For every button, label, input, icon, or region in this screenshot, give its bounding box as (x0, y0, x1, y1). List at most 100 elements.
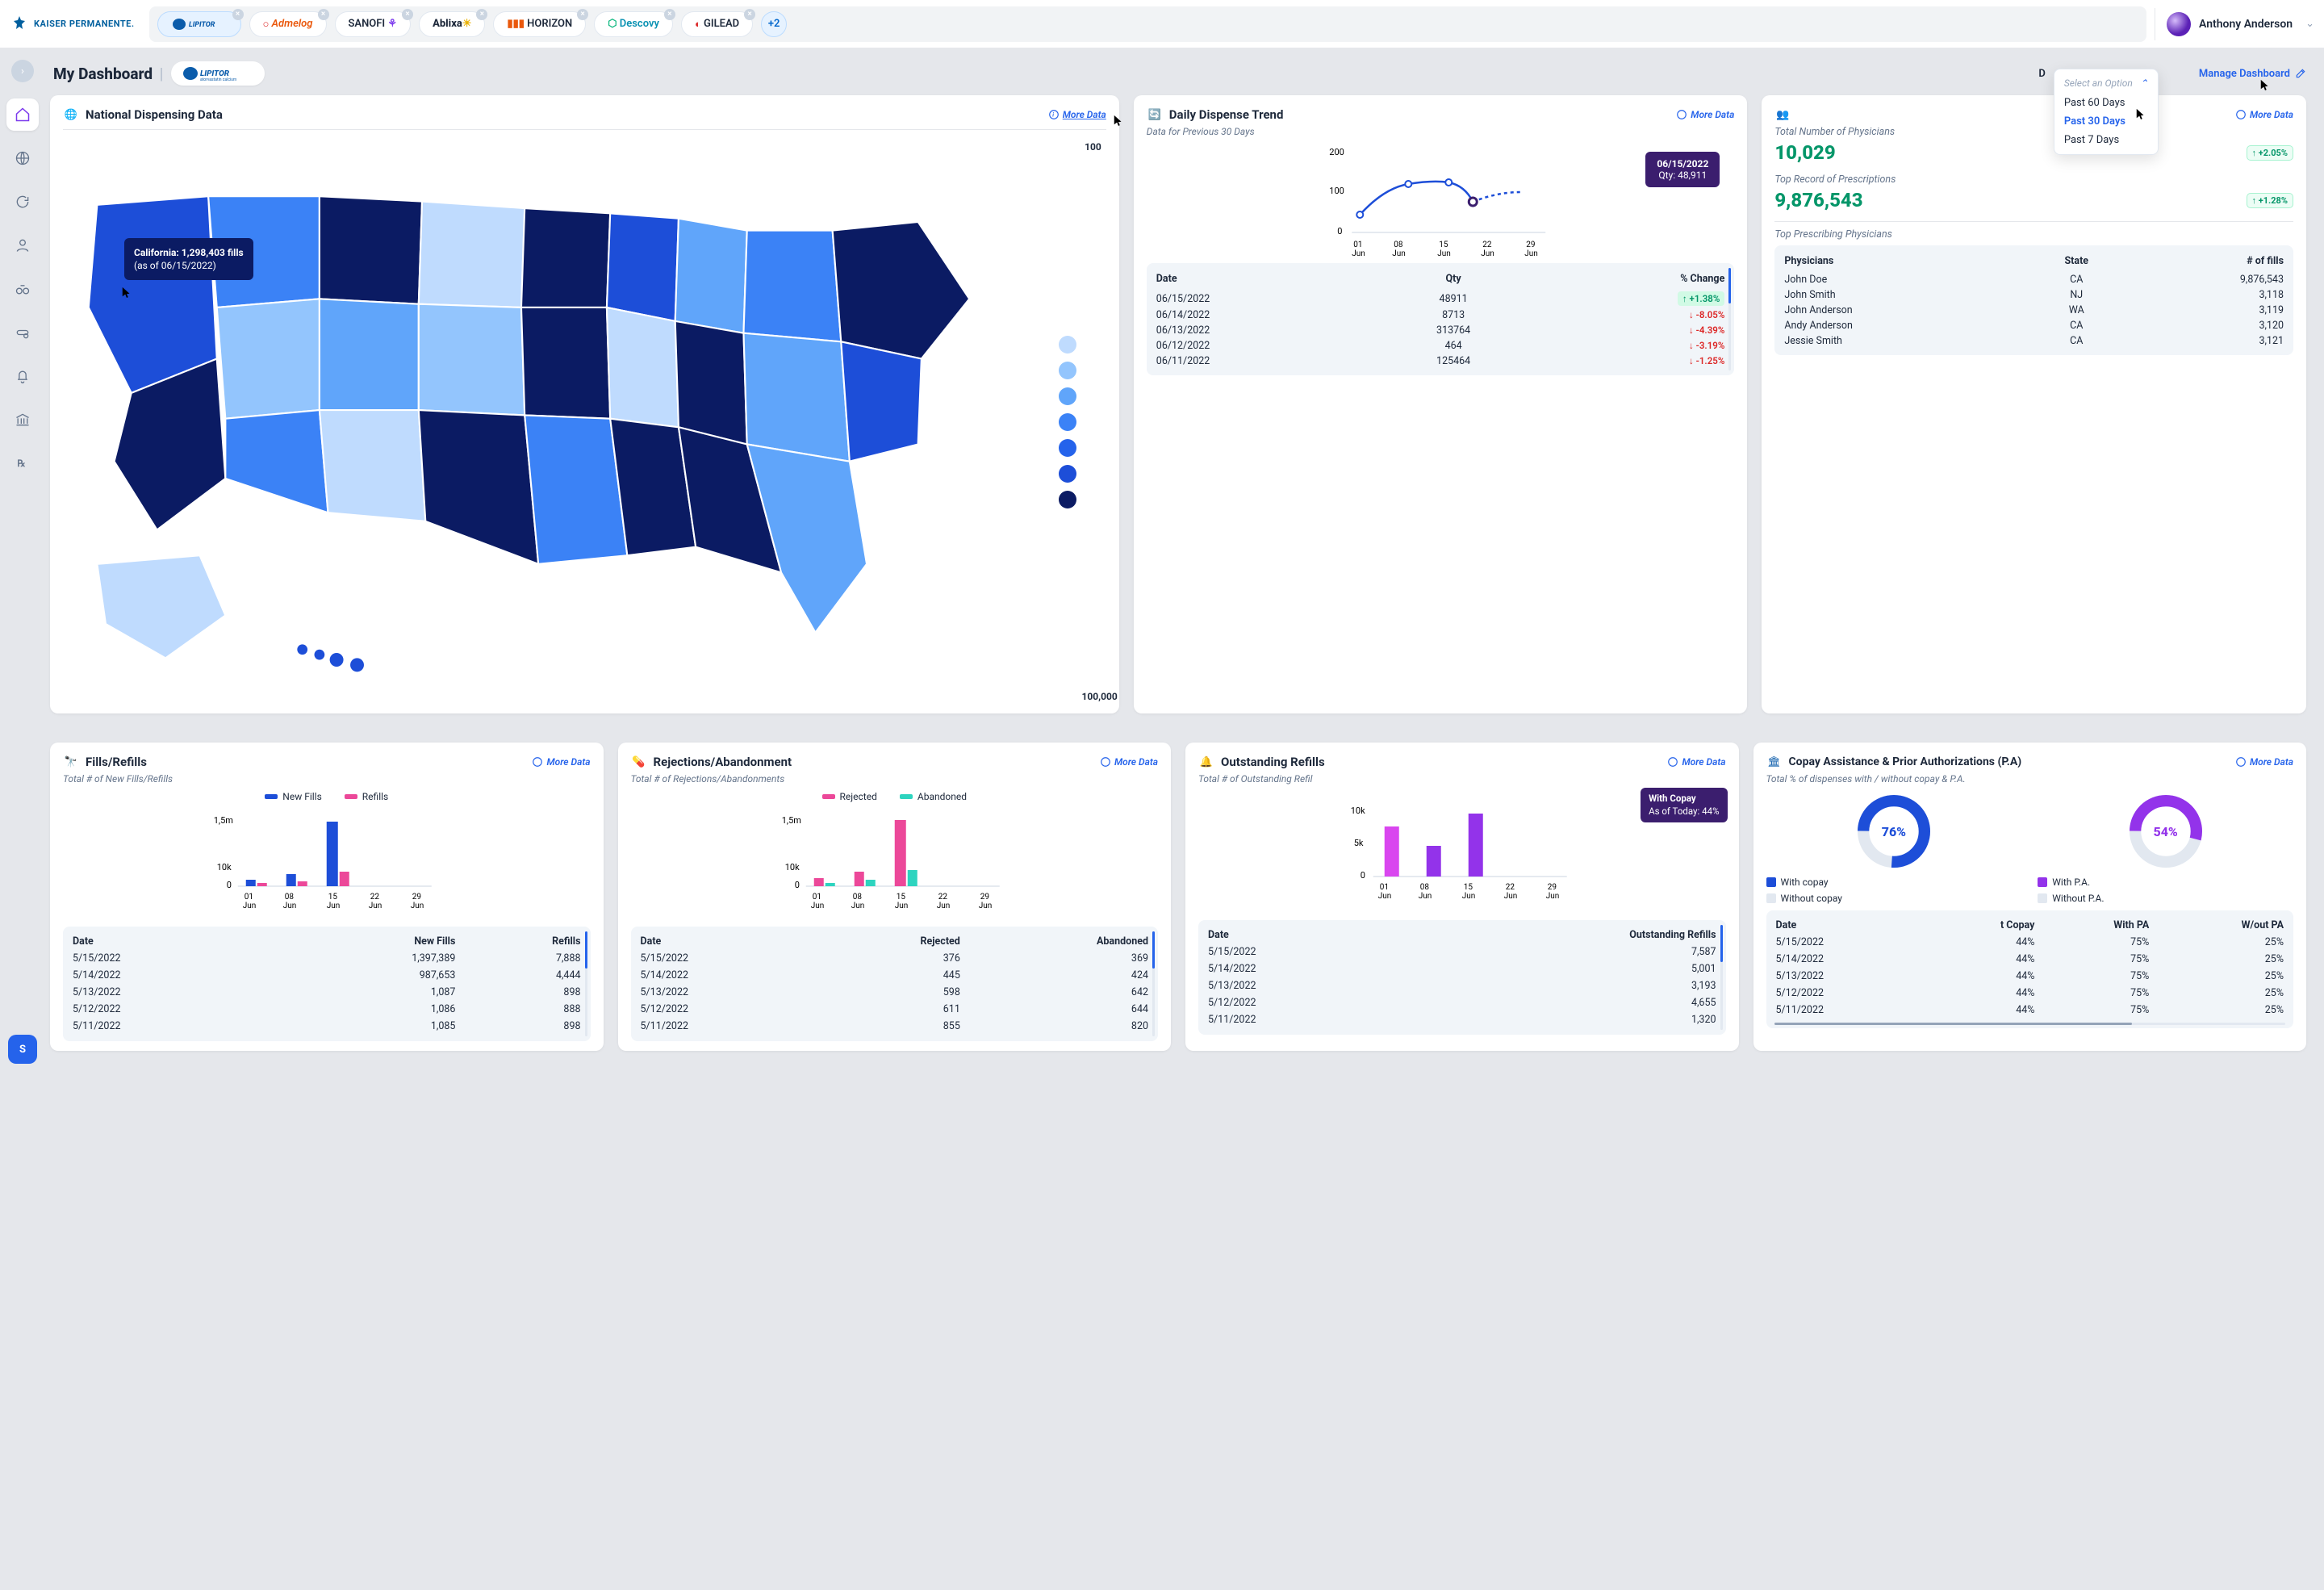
close-icon[interactable]: × (577, 9, 588, 20)
chip-horizon[interactable]: ▮▮▮ HORIZON× (493, 11, 586, 37)
chip-ablixa[interactable]: Ablixa☀× (419, 11, 485, 37)
outstanding-table: DateOutstanding Refills5/15/20227,5875/1… (1198, 920, 1726, 1035)
more-data-link[interactable]: More Data (2235, 756, 2293, 768)
scrollbar[interactable] (1720, 925, 1723, 1030)
svg-text:15: 15 (1439, 241, 1448, 249)
help-button[interactable]: S (8, 1035, 37, 1064)
physicians-table: PhysiciansState# of fills John DoeCA9,87… (1774, 245, 2293, 355)
svg-text:22: 22 (938, 893, 947, 902)
svg-text:08: 08 (852, 893, 862, 902)
chart-legend: New Fills Refills (63, 791, 591, 802)
nav-rx[interactable]: ℞ (6, 447, 39, 479)
bar-tooltip: With Copay As of Today: 44% (1641, 788, 1727, 822)
binoculars-icon: 🔭 (63, 754, 79, 770)
nav-user[interactable] (6, 229, 39, 262)
more-data-link[interactable]: iMore Data (1048, 109, 1106, 120)
svg-text:10k: 10k (217, 862, 232, 872)
home-icon (15, 107, 31, 123)
scrollbar[interactable] (585, 931, 587, 1036)
nav-global[interactable] (6, 142, 39, 174)
user-menu[interactable]: Anthony Anderson ⌄ (2155, 8, 2314, 40)
fills-chart[interactable]: 1,5m 10k 0 01Jun 08Jun 15Jun 22Jun 29Jun (63, 805, 591, 927)
svg-text:5k: 5k (1354, 838, 1364, 848)
trend-tooltip: 06/15/2022 Qty: 48,911 (1645, 152, 1720, 187)
outstanding-chart[interactable]: With Copay As of Today: 44% 10k 5k 0 01J… (1198, 799, 1726, 920)
dd-option[interactable]: Past 30 Days (2054, 112, 2158, 131)
chip-gilead[interactable]: ◐ GILEAD× (681, 11, 753, 37)
svg-text:0: 0 (1337, 226, 1342, 236)
nav-alerts[interactable] (6, 360, 39, 392)
chip-more[interactable]: +2 (761, 11, 787, 37)
us-map[interactable]: California: 1,298,403 fills (as of 06/15… (63, 136, 1021, 704)
svg-text:0: 0 (227, 880, 232, 890)
org-logo: KAISER PERMANENTE. (10, 15, 135, 34)
more-data-link[interactable]: More Data (1667, 756, 1725, 768)
dd-option[interactable]: Past 60 Days (2054, 94, 2158, 112)
close-icon[interactable]: × (318, 9, 329, 20)
close-icon[interactable]: × (664, 9, 675, 20)
nav-home[interactable] (6, 98, 39, 131)
svg-text:15: 15 (328, 893, 338, 902)
scrollbar-horizontal[interactable] (1774, 1023, 2286, 1025)
scrollbar[interactable] (1152, 931, 1155, 1036)
svg-text:15: 15 (896, 893, 905, 902)
svg-text:100: 100 (1329, 186, 1344, 196)
manage-dashboard-link[interactable]: Manage Dashboard (2199, 68, 2306, 80)
svg-text:Jun: Jun (1524, 249, 1538, 257)
donut-pa[interactable]: 54% (2125, 791, 2206, 872)
sidebar: › ℞ S (0, 48, 45, 1075)
context-pill[interactable]: LIPITORatorvastatin calcium (171, 61, 265, 86)
more-data-link[interactable]: More Data (1676, 109, 1734, 120)
svg-text:08: 08 (1420, 883, 1430, 892)
more-data-link[interactable]: More Data (532, 756, 590, 768)
card-copay: 🏛 Copay Assistance & Prior Authorization… (1753, 743, 2307, 1051)
nav-bank[interactable] (6, 404, 39, 436)
copay-table: Datet CopayWith PAW/out PA5/15/202244%75… (1766, 910, 2294, 1028)
svg-text:℞: ℞ (17, 458, 26, 469)
chip-sanofi[interactable]: SANOFI ⚘× (335, 11, 412, 37)
svg-text:Jun: Jun (283, 902, 297, 910)
close-icon[interactable]: × (476, 9, 487, 20)
chip-descovy[interactable]: ⬡ Descovy× (594, 11, 673, 37)
pill-reject-icon: 💊 (631, 754, 647, 770)
svg-text:200: 200 (1329, 147, 1344, 157)
svg-text:08: 08 (285, 893, 295, 902)
reject-chart[interactable]: 1,5m 10k 0 01Jun 08Jun 15Jun 22Jun 29Jun (631, 805, 1159, 927)
svg-text:01: 01 (1353, 241, 1362, 249)
svg-text:Jun: Jun (1352, 249, 1365, 257)
svg-text:1,5m: 1,5m (781, 815, 800, 826)
svg-text:08: 08 (1394, 241, 1403, 249)
close-icon[interactable]: × (402, 9, 413, 20)
sidebar-expand-button[interactable]: › (11, 60, 34, 82)
bank-icon (15, 412, 31, 428)
nav-pill[interactable] (6, 316, 39, 349)
more-data-link[interactable]: More Data (1100, 756, 1158, 768)
refresh-icon: 🔄 (1147, 107, 1163, 123)
chip-admelog[interactable]: ○ Admelog× (249, 11, 327, 37)
svg-text:10k: 10k (1351, 805, 1365, 816)
globe-icon (15, 150, 31, 166)
close-icon[interactable]: × (232, 9, 244, 20)
donut-copay[interactable]: 76% (1854, 791, 1934, 872)
duration-label: D (2038, 68, 2045, 80)
duration-dropdown[interactable]: Select an Option⌃ Past 60 Days Past 30 D… (2054, 69, 2159, 155)
svg-text:Jun: Jun (411, 902, 424, 910)
svg-text:10k: 10k (784, 862, 799, 872)
edit-icon (2295, 68, 2306, 79)
chip-lipitor[interactable]: LIPITOR × (157, 11, 241, 37)
nav-refresh[interactable] (6, 186, 39, 218)
map-tooltip: California: 1,298,403 fills (as of 06/15… (124, 238, 253, 280)
dd-option[interactable]: Past 7 Days (2054, 131, 2158, 149)
trend-chart[interactable]: 200 100 0 01Jun 08Jun 15Jun 22Jun (1147, 144, 1735, 257)
svg-text:Jun: Jun (1462, 892, 1476, 901)
svg-text:Jun: Jun (978, 902, 992, 910)
card-national-dispensing: 🌐 National Dispensing Data iMore Data (50, 95, 1119, 713)
trend-table: DateQty% Change 06/15/202248911↑ +1.38%0… (1147, 263, 1735, 375)
close-icon[interactable]: × (744, 9, 755, 20)
more-data-link[interactable]: More Data (2235, 109, 2293, 120)
cursor-icon (2259, 79, 2271, 90)
scrollbar[interactable] (1728, 268, 1731, 370)
globe-icon: 🌐 (63, 107, 79, 123)
nav-binoculars[interactable] (6, 273, 39, 305)
svg-text:Jun: Jun (369, 902, 382, 910)
